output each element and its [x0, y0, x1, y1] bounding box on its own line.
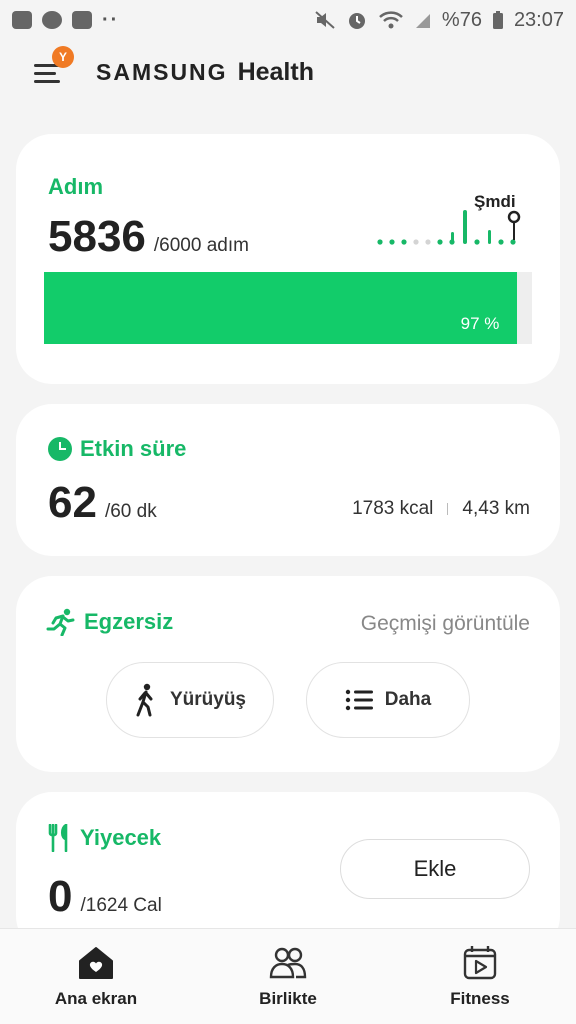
- status-bar: ·· %76 23:07: [0, 0, 576, 40]
- menu-icon-line: [34, 72, 56, 75]
- active-time-value-row: 62 /60 dk: [48, 478, 157, 528]
- steps-count: 5836: [48, 212, 146, 261]
- alarm-icon: [348, 13, 365, 29]
- calories-burned: 1783 kcal: [352, 498, 434, 519]
- clock-icon: [48, 437, 72, 461]
- active-time-title: Etkin süre: [80, 436, 187, 461]
- status-bar-right: %76 23:07: [314, 9, 564, 32]
- more-dots-icon: ··: [102, 8, 120, 31]
- battery-percent: %76: [441, 8, 482, 31]
- steps-progress-bar: 97 %: [44, 272, 532, 344]
- bottom-navigation: Ana ekran Birlikte Fitness: [0, 928, 576, 1024]
- more-exercises-button[interactable]: Daha: [306, 662, 470, 738]
- active-stats: 1783 kcal 4,43 km: [352, 498, 530, 520]
- stat-divider: [447, 503, 449, 515]
- signal-icon: [415, 14, 430, 28]
- app-header: Y SAMSUNG Health: [0, 44, 576, 104]
- steps-progress-percent: 97 %: [460, 314, 500, 333]
- instagram-icon: [72, 11, 92, 29]
- steps-value-row: 5836 /6000 adım: [48, 212, 249, 262]
- people-icon: [269, 947, 307, 979]
- active-minutes: 62: [48, 478, 97, 527]
- nav-home-label: Ana ekran: [54, 989, 138, 1008]
- view-history-link[interactable]: Geçmişi görüntüle: [361, 612, 530, 636]
- food-title: Yiyecek: [80, 825, 162, 850]
- clock: 23:07: [513, 8, 564, 31]
- nav-together[interactable]: Birlikte: [192, 929, 384, 1024]
- brand-samsung: SAMSUNG: [96, 59, 228, 85]
- menu-icon-line: [34, 80, 60, 83]
- app-logo: SAMSUNG Health: [96, 58, 314, 87]
- active-goal: /60 dk: [104, 501, 157, 522]
- messenger-icon: [42, 11, 62, 29]
- running-icon: [46, 608, 75, 636]
- exercise-card: Egzersiz Geçmişi görüntüle Yürüyüş Daha: [16, 576, 560, 772]
- add-food-button[interactable]: Ekle: [340, 839, 530, 899]
- nav-home[interactable]: Ana ekran: [0, 929, 192, 1024]
- food-header: Yiyecek: [48, 824, 161, 852]
- steps-title: Adım: [48, 174, 103, 199]
- active-time-header: Etkin süre: [48, 436, 186, 462]
- youtube-icon: [12, 11, 32, 29]
- nav-together-label: Birlikte: [259, 989, 317, 1008]
- steps-goal: /6000 adım: [153, 235, 249, 256]
- exercise-title: Egzersiz: [84, 609, 174, 634]
- fitness-video-icon: [463, 946, 497, 980]
- battery-icon: [492, 11, 503, 29]
- food-goal: /1624 Cal: [80, 895, 162, 916]
- food-value-row: 0 /1624 Cal: [48, 872, 162, 922]
- more-label: Daha: [384, 689, 432, 710]
- exercise-header: Egzersiz: [46, 608, 173, 636]
- steps-hourly-sparkline: [377, 210, 521, 245]
- status-bar-left: ··: [12, 9, 119, 32]
- food-calories: 0: [48, 872, 73, 921]
- wifi-icon: [379, 11, 403, 29]
- brand-health: Health: [237, 58, 314, 86]
- mute-icon: [315, 11, 335, 29]
- notification-badge: Y: [52, 46, 74, 68]
- walking-label: Yürüyüş: [169, 689, 247, 710]
- walking-button[interactable]: Yürüyüş: [106, 662, 274, 738]
- steps-progress-fill: 97 %: [44, 272, 518, 344]
- nav-fitness[interactable]: Fitness: [384, 929, 576, 1024]
- list-icon: [345, 689, 373, 711]
- steps-card[interactable]: Adım 5836 /6000 adım Şmdi 97 %: [16, 134, 560, 384]
- nav-fitness-label: Fitness: [450, 989, 510, 1008]
- active-time-card[interactable]: Etkin süre 62 /60 dk 1783 kcal 4,43 km: [16, 404, 560, 556]
- home-heart-icon: [79, 947, 113, 979]
- cutlery-icon: [48, 824, 68, 852]
- distance: 4,43 km: [462, 498, 530, 519]
- walking-icon: [136, 683, 153, 717]
